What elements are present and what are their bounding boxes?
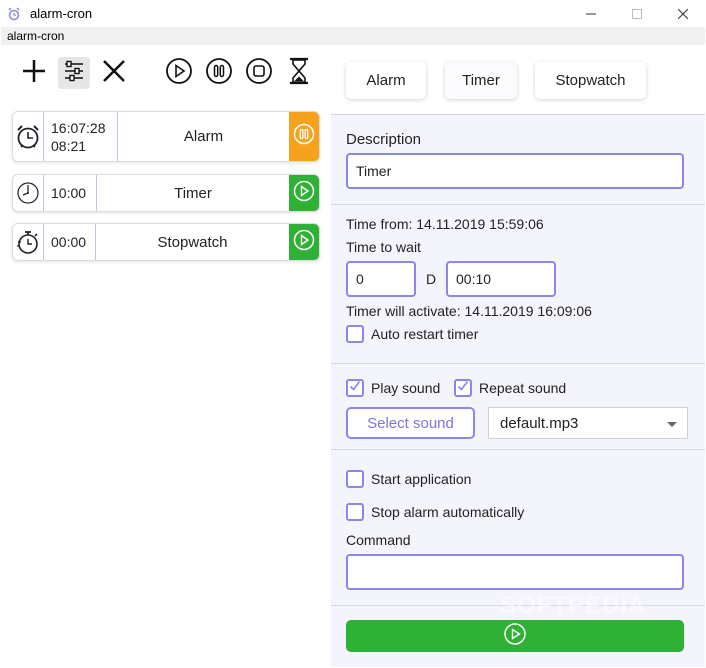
item-time-remaining: 08:21 <box>51 137 87 154</box>
minimize-button[interactable] <box>568 0 614 27</box>
list-item-timer[interactable]: 10:00 Timer <box>12 174 320 212</box>
play-icon <box>293 229 315 256</box>
days-input[interactable]: 0 <box>346 261 416 297</box>
maximize-button[interactable] <box>614 0 660 27</box>
stopwatch-icon <box>13 224 44 260</box>
play-icon <box>165 57 193 90</box>
dropdown-arrow-icon <box>667 422 677 427</box>
select-sound-button[interactable]: Select sound <box>346 407 475 439</box>
command-label: Command <box>346 532 411 548</box>
repeat-sound-checkbox[interactable] <box>454 379 472 397</box>
stop-icon <box>245 57 273 90</box>
item-name: Stopwatch <box>157 233 228 251</box>
item-time: 10:00 <box>51 185 87 201</box>
play-sound-label: Play sound <box>371 380 441 396</box>
softpedia-watermark: SOFTPEDIA <box>500 592 647 619</box>
list-item-alarm[interactable]: 16:07:28 08:21 Alarm <box>12 111 320 162</box>
sound-file-select[interactable]: default.mp3 <box>488 407 688 439</box>
description-label: Description <box>346 131 422 148</box>
start-timer-button[interactable] <box>346 620 684 652</box>
check-icon <box>457 379 469 397</box>
menu-app-label[interactable]: alarm-cron <box>7 29 64 43</box>
add-button[interactable] <box>18 57 50 89</box>
alarm-list-panel: 16:07:28 08:21 Alarm 10:00 Timer 00:00 S… <box>1 45 331 667</box>
divider <box>331 204 705 205</box>
pause-icon <box>205 57 233 90</box>
stop-alarm-auto-checkbox[interactable] <box>346 503 364 521</box>
plus-icon <box>21 58 47 89</box>
alarm-app-icon <box>6 6 22 22</box>
close-window-button[interactable] <box>660 0 706 27</box>
item-time: 00:00 <box>51 234 87 250</box>
tab-timer[interactable]: Timer <box>445 62 517 99</box>
check-icon <box>349 379 361 397</box>
item-name: Timer <box>174 184 212 202</box>
command-input[interactable] <box>346 554 684 590</box>
window-title: alarm-cron <box>30 6 93 21</box>
divider <box>331 114 705 115</box>
hourglass-button[interactable] <box>283 57 315 89</box>
divider <box>331 449 705 450</box>
tab-alarm[interactable]: Alarm <box>346 62 426 99</box>
sliders-icon <box>62 59 86 88</box>
duration-input[interactable]: 00:10 <box>446 261 556 297</box>
toolbar <box>1 57 331 93</box>
time-to-wait-label: Time to wait <box>346 239 421 255</box>
play-icon <box>503 622 527 651</box>
item-time: 16:07:28 <box>51 119 106 136</box>
settings-button[interactable] <box>58 57 90 89</box>
activate-time-text: Timer will activate: 14.11.2019 16:09:06 <box>346 303 592 319</box>
stop-all-button[interactable] <box>243 57 275 89</box>
auto-restart-checkbox[interactable] <box>346 325 364 343</box>
menu-bar: alarm-cron <box>1 27 705 45</box>
list-item-stopwatch[interactable]: 00:00 Stopwatch <box>12 223 320 261</box>
play-item-button[interactable] <box>289 224 319 260</box>
close-icon <box>102 59 126 88</box>
hourglass-icon <box>287 57 311 90</box>
alarm-clock-icon <box>13 112 44 161</box>
play-item-button[interactable] <box>289 175 319 211</box>
description-input[interactable]: Timer <box>346 153 684 189</box>
pause-item-button[interactable] <box>289 112 319 161</box>
sound-file-value: default.mp3 <box>500 414 579 432</box>
days-unit-label: D <box>426 271 437 287</box>
start-application-checkbox[interactable] <box>346 470 364 488</box>
play-sound-checkbox[interactable] <box>346 379 364 397</box>
time-from-text: Time from: 14.11.2019 15:59:06 <box>346 216 544 232</box>
tab-bar: Alarm Timer Stopwatch <box>331 45 705 114</box>
play-icon <box>293 180 315 207</box>
details-panel: Alarm Timer Stopwatch Description Timer … <box>331 45 705 667</box>
pause-icon <box>293 123 315 150</box>
play-all-button[interactable] <box>163 57 195 89</box>
delete-button[interactable] <box>98 57 130 89</box>
auto-restart-label: Auto restart timer <box>371 326 479 342</box>
pause-all-button[interactable] <box>203 57 235 89</box>
start-application-label: Start application <box>371 471 472 487</box>
stop-alarm-auto-label: Stop alarm automatically <box>371 504 525 520</box>
repeat-sound-label: Repeat sound <box>479 380 567 396</box>
item-name: Alarm <box>183 128 224 145</box>
timer-icon <box>13 175 44 211</box>
title-bar: alarm-cron <box>0 0 706 27</box>
tab-stopwatch[interactable]: Stopwatch <box>535 62 646 99</box>
divider <box>331 363 705 364</box>
